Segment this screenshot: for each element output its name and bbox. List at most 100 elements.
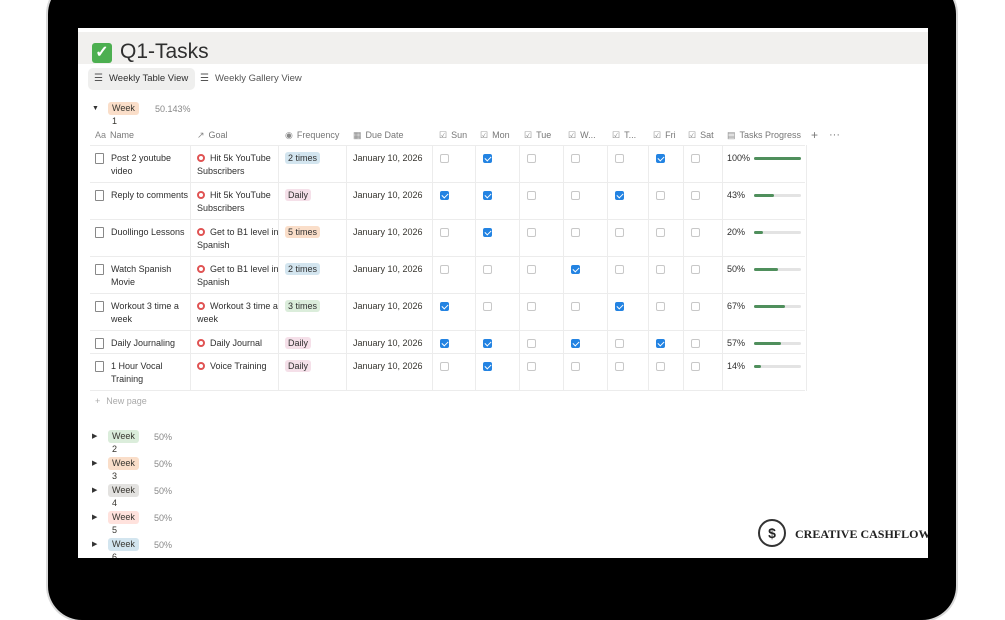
day-checkbox[interactable] (440, 228, 449, 237)
day-checkbox[interactable] (615, 154, 624, 163)
day-checkbox[interactable] (691, 339, 700, 348)
day-checkbox[interactable] (571, 265, 580, 274)
day-checkbox[interactable] (483, 302, 492, 311)
day-checkbox[interactable] (571, 154, 580, 163)
column-header-name[interactable]: Aa Name (95, 125, 134, 145)
day-checkbox[interactable] (615, 191, 624, 200)
task-goal[interactable]: Get to B1 level in Spanish (197, 263, 281, 289)
new-page-button[interactable]: + New page (95, 396, 147, 406)
day-checkbox[interactable] (483, 362, 492, 371)
day-checkbox[interactable] (656, 191, 665, 200)
day-checkbox[interactable] (483, 339, 492, 348)
frequency-tag[interactable]: Daily (285, 360, 312, 372)
day-checkbox[interactable] (440, 191, 449, 200)
day-checkbox[interactable] (571, 191, 580, 200)
column-header-fri[interactable]: ☑ Fri (653, 125, 676, 145)
day-checkbox[interactable] (440, 302, 449, 311)
task-name[interactable]: Workout 3 time a week (111, 300, 191, 326)
day-checkbox[interactable] (440, 154, 449, 163)
tab-weekly-gallery-view[interactable]: ☰ Weekly Gallery View (194, 68, 309, 90)
task-name[interactable]: Watch Spanish Movie (111, 263, 191, 289)
day-checkbox[interactable] (527, 362, 536, 371)
day-checkbox[interactable] (483, 154, 492, 163)
day-checkbox[interactable] (615, 339, 624, 348)
tab-weekly-table-view[interactable]: ☰ Weekly Table View (88, 68, 196, 90)
column-header-frequency[interactable]: ◉ Frequency (285, 125, 339, 145)
collapse-triangle-icon[interactable]: ▼ (92, 101, 99, 117)
due-date[interactable]: January 10, 2026 (353, 189, 423, 202)
task-name[interactable]: Daily Journaling (111, 337, 191, 350)
day-checkbox[interactable] (527, 339, 536, 348)
day-checkbox[interactable] (527, 265, 536, 274)
frequency-tag[interactable]: Daily (285, 337, 312, 349)
table-row[interactable]: Daily Journaling Daily Journal Daily Januar… (90, 330, 805, 354)
day-checkbox[interactable] (527, 228, 536, 237)
day-checkbox[interactable] (656, 154, 665, 163)
day-checkbox[interactable] (440, 339, 449, 348)
frequency-tag[interactable]: 5 times (285, 226, 321, 238)
day-checkbox[interactable] (656, 302, 665, 311)
day-checkbox[interactable] (615, 362, 624, 371)
task-goal[interactable]: Workout 3 time a week (197, 300, 281, 326)
column-header-thu[interactable]: ☑ T... (612, 125, 636, 145)
due-date[interactable]: January 10, 2026 (353, 300, 423, 313)
day-checkbox[interactable] (691, 154, 700, 163)
day-checkbox[interactable] (440, 265, 449, 274)
column-header-sun[interactable]: ☑ Sun (439, 125, 467, 145)
day-checkbox[interactable] (483, 191, 492, 200)
add-property-icon[interactable]: + (811, 125, 818, 145)
day-checkbox[interactable] (656, 265, 665, 274)
due-date[interactable]: January 10, 2026 (353, 337, 423, 350)
due-date[interactable]: January 10, 2026 (353, 263, 423, 276)
column-header-mon[interactable]: ☑ Mon (480, 125, 510, 145)
due-date[interactable]: January 10, 2026 (353, 152, 423, 165)
column-header-wed[interactable]: ☑ W... (568, 125, 596, 145)
expand-triangle-icon[interactable]: ▶ (92, 537, 97, 553)
day-checkbox[interactable] (571, 339, 580, 348)
expand-triangle-icon[interactable]: ▶ (92, 483, 97, 499)
day-checkbox[interactable] (440, 362, 449, 371)
day-checkbox[interactable] (615, 228, 624, 237)
day-checkbox[interactable] (691, 265, 700, 274)
page-title[interactable]: Q1-Tasks (120, 40, 209, 64)
due-date[interactable]: January 10, 2026 (353, 226, 423, 239)
day-checkbox[interactable] (615, 302, 624, 311)
table-row[interactable]: Duollingo Lessons Get to B1 level in Span… (90, 219, 805, 257)
day-checkbox[interactable] (527, 191, 536, 200)
column-header-sat[interactable]: ☑ Sat (688, 125, 714, 145)
expand-triangle-icon[interactable]: ▶ (92, 456, 97, 472)
day-checkbox[interactable] (691, 228, 700, 237)
day-checkbox[interactable] (615, 265, 624, 274)
expand-triangle-icon[interactable]: ▶ (92, 429, 97, 445)
task-name[interactable]: Duollingo Lessons (111, 226, 191, 239)
task-goal[interactable]: Daily Journal (197, 337, 281, 350)
day-checkbox[interactable] (571, 362, 580, 371)
task-goal[interactable]: Hit 5k YouTube Subscribers (197, 152, 281, 178)
day-checkbox[interactable] (527, 302, 536, 311)
frequency-tag[interactable]: Daily (285, 189, 312, 201)
expand-triangle-icon[interactable]: ▶ (92, 510, 97, 526)
column-header-tue[interactable]: ☑ Tue (524, 125, 551, 145)
day-checkbox[interactable] (571, 302, 580, 311)
day-checkbox[interactable] (656, 362, 665, 371)
table-row[interactable]: Reply to comments Hit 5k YouTube Subscrib… (90, 182, 805, 220)
column-header-due-date[interactable]: ▦ Due Date (353, 125, 404, 145)
frequency-tag[interactable]: 3 times (285, 300, 321, 312)
task-goal[interactable]: Get to B1 level in Spanish (197, 226, 281, 252)
day-checkbox[interactable] (483, 228, 492, 237)
day-checkbox[interactable] (527, 154, 536, 163)
task-name[interactable]: 1 Hour Vocal Training (111, 360, 191, 386)
frequency-tag[interactable]: 2 times (285, 152, 321, 164)
column-header-tasks-progress[interactable]: ▤ Tasks Progress (727, 125, 801, 145)
day-checkbox[interactable] (691, 362, 700, 371)
task-name[interactable]: Reply to comments (111, 189, 191, 202)
table-row[interactable]: Watch Spanish Movie Get to B1 level in Sp… (90, 256, 805, 294)
table-row[interactable]: Workout 3 time a week Workout 3 time a we… (90, 293, 805, 331)
frequency-tag[interactable]: 2 times (285, 263, 321, 275)
day-checkbox[interactable] (656, 339, 665, 348)
day-checkbox[interactable] (691, 191, 700, 200)
more-options-icon[interactable]: ··· (829, 125, 840, 145)
day-checkbox[interactable] (571, 228, 580, 237)
task-goal[interactable]: Voice Training (197, 360, 281, 373)
day-checkbox[interactable] (691, 302, 700, 311)
